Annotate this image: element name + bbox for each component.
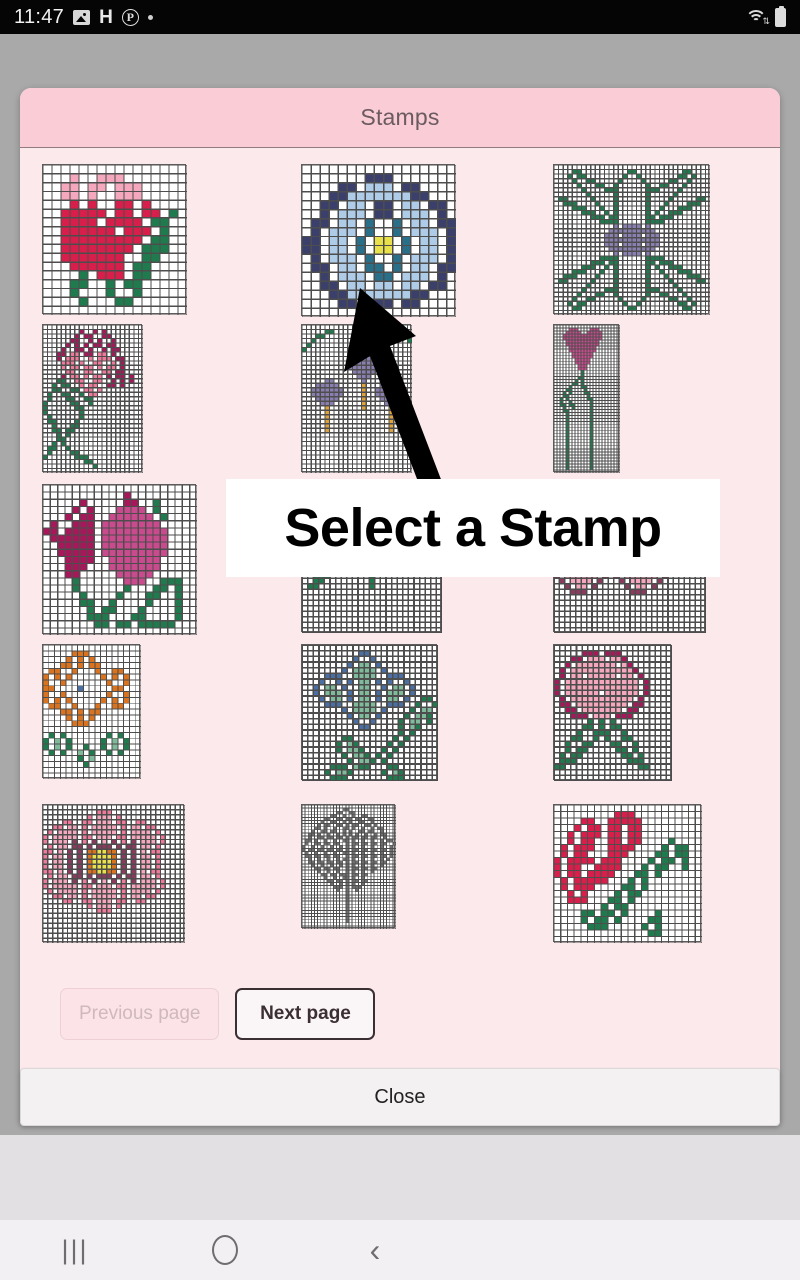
close-button-label: Close <box>374 1085 426 1108</box>
stamp-pattern <box>301 804 397 930</box>
next-page-button[interactable]: Next page <box>235 988 376 1040</box>
image-icon <box>73 9 91 25</box>
phone-screen: 11:47 H P ⇅ Stamps Previous page Next pa… <box>0 0 800 1280</box>
stamp-thumbnail-red-rose[interactable] <box>42 164 188 316</box>
annotation-label: Select a Stamp <box>226 479 720 577</box>
close-button[interactable]: Close <box>20 1068 780 1126</box>
dialog-title-bar: Stamps <box>20 88 780 148</box>
stamp-cell[interactable] <box>521 804 762 964</box>
pagination-controls: Previous page Next page <box>38 964 762 1040</box>
stamps-dialog: Stamps Previous page Next page <box>20 88 780 1123</box>
status-bar-left: 11:47 H P <box>14 6 153 29</box>
stamp-cell[interactable] <box>38 164 279 324</box>
home-button[interactable] <box>150 1235 300 1265</box>
stamp-pattern <box>553 324 621 474</box>
stamp-cell[interactable] <box>279 644 520 804</box>
stamp-pattern <box>553 164 711 316</box>
stamp-thumbnail-two-magenta-tulips[interactable] <box>42 484 198 636</box>
previous-page-button[interactable]: Previous page <box>60 988 220 1040</box>
stamp-pattern <box>301 644 440 782</box>
stamp-pattern <box>42 644 142 780</box>
stamp-cell[interactable] <box>38 804 279 964</box>
stamp-thumbnail-orange-flower[interactable] <box>42 644 142 780</box>
stamp-thumbnail-grey-dandelion[interactable] <box>301 804 397 930</box>
pinterest-icon: P <box>121 8 139 26</box>
stamp-thumbnail-pink-bloom-yellow-center[interactable] <box>42 804 186 944</box>
annotation-text: Select a Stamp <box>284 498 662 558</box>
stamp-thumbnail-periwinkle-flower[interactable] <box>301 644 440 782</box>
dot-icon <box>147 14 153 20</box>
stamp-cell[interactable] <box>279 804 520 964</box>
stamp-cell[interactable] <box>38 644 279 804</box>
stamp-cell[interactable] <box>521 324 762 484</box>
stamp-cell[interactable] <box>38 324 279 484</box>
stamp-pattern <box>42 324 144 474</box>
status-bar-right: ⇅ <box>745 5 786 27</box>
stamp-thumbnail-pink-rose-leaves[interactable] <box>552 644 673 782</box>
stamp-cell[interactable] <box>521 644 762 804</box>
h-icon: H <box>99 6 113 28</box>
stamp-cell[interactable] <box>521 164 762 324</box>
stamp-thumbnail-mauve-tall-flower[interactable] <box>552 324 621 474</box>
lower-background <box>0 1135 800 1220</box>
stamp-pattern <box>42 164 188 316</box>
stamp-pattern <box>42 484 198 636</box>
android-nav-bar: ||| ‹ <box>0 1220 800 1280</box>
wifi-icon: ⇅ <box>745 9 770 26</box>
stamp-pattern <box>552 644 673 782</box>
status-bar: 11:47 H P ⇅ <box>0 0 800 34</box>
home-icon <box>212 1235 238 1265</box>
back-button[interactable]: ‹ <box>300 1234 450 1266</box>
annotation-arrow-icon <box>344 288 442 492</box>
recents-button[interactable]: ||| <box>0 1235 150 1266</box>
stamp-thumbnail-red-poppy[interactable] <box>552 804 703 944</box>
dialog-title: Stamps <box>360 104 440 130</box>
battery-icon <box>775 5 786 27</box>
stamp-pattern <box>42 804 186 944</box>
stamp-pattern <box>553 804 703 944</box>
status-clock: 11:47 <box>14 5 65 28</box>
stamp-thumbnail-green-star-leaves[interactable] <box>552 164 711 316</box>
stamp-thumbnail-pink-flower-stem[interactable] <box>42 324 144 474</box>
